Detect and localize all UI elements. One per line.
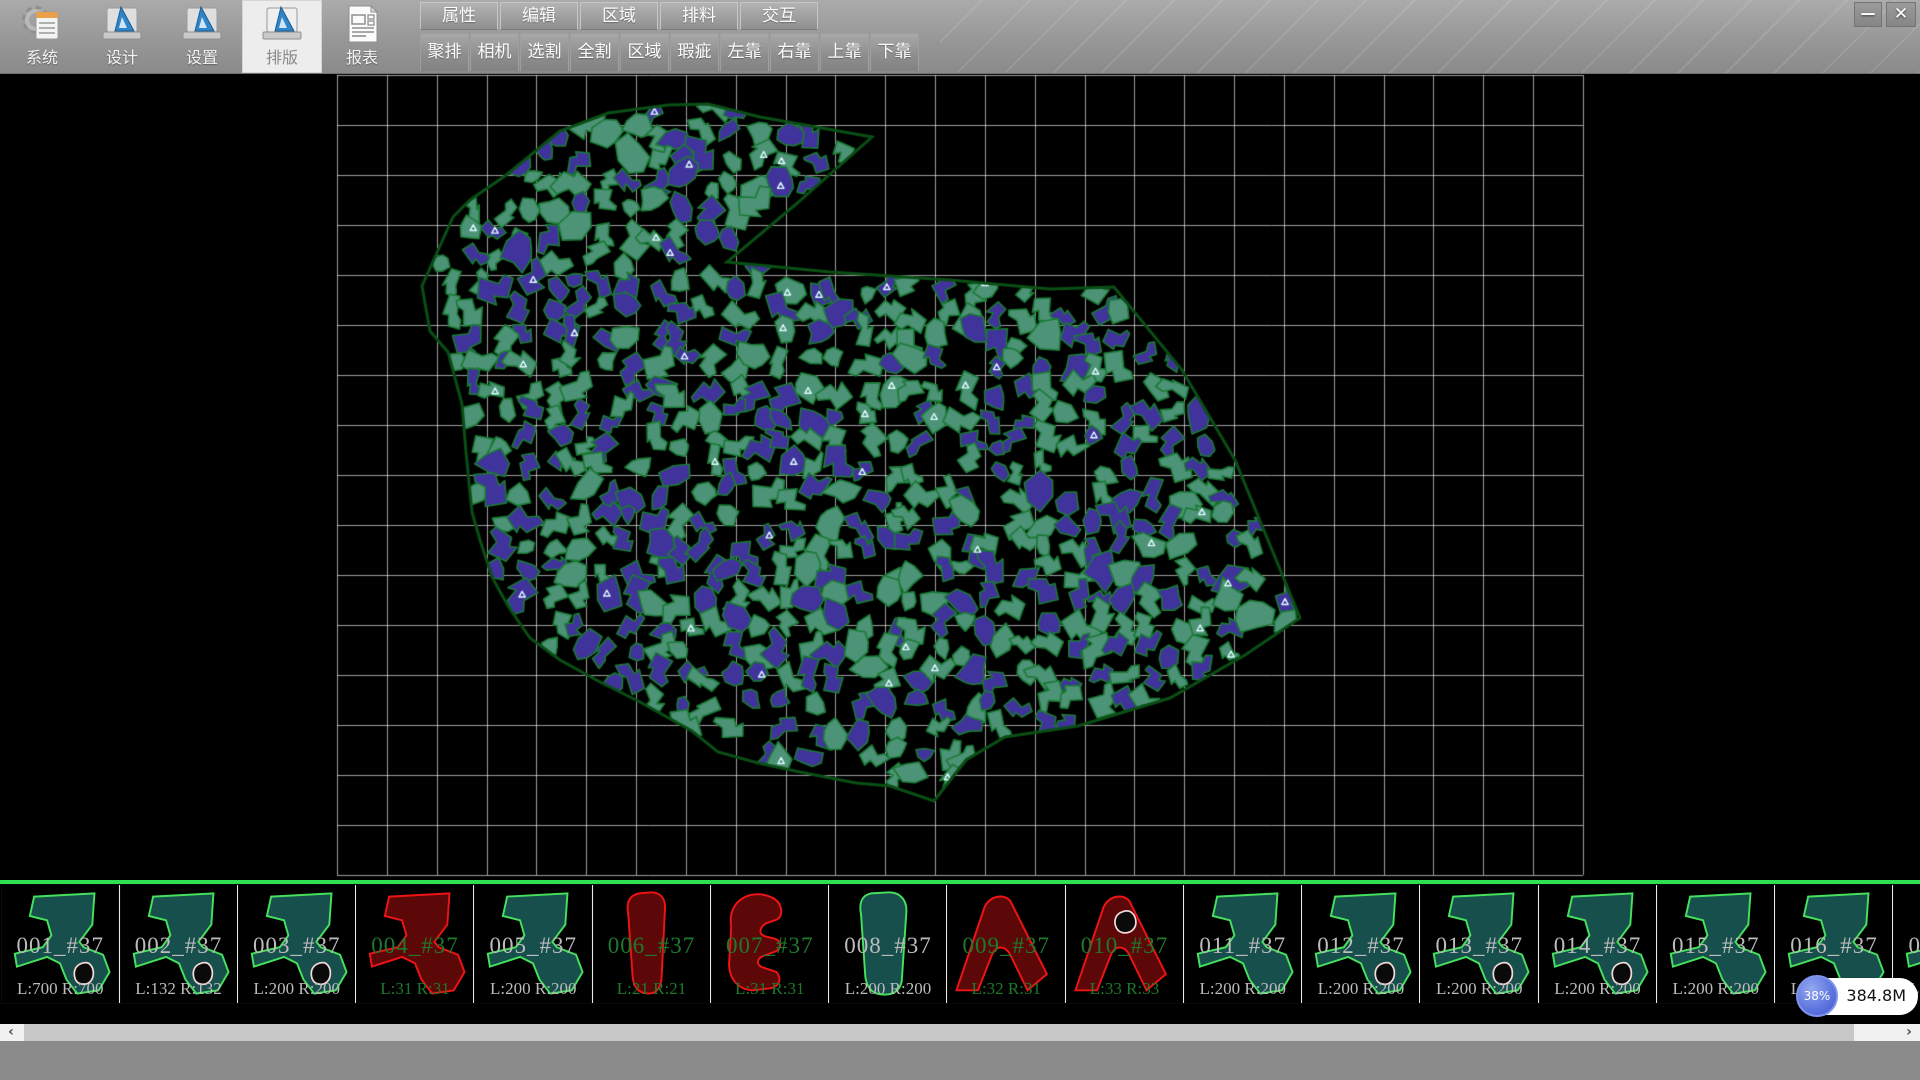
scrollbar-thumb[interactable]	[24, 1024, 1854, 1041]
thumbnail-cell[interactable]: 013_#37 L:200 R:200	[1421, 885, 1537, 1003]
scroll-right-arrow[interactable]: ›	[1898, 1024, 1920, 1041]
memory-value: 384.8M	[1846, 986, 1906, 1005]
nav-layout[interactable]: 排版	[242, 0, 322, 73]
toolbar-decoration	[940, 0, 1920, 73]
nav-system-label: 系统	[2, 44, 82, 68]
piece-label: 004_#37	[357, 933, 473, 959]
nav-report[interactable]: 报表	[322, 0, 402, 73]
menu-row: 属性 编辑 区域 排料 交互	[420, 2, 820, 30]
piece-label: 003_#37	[239, 933, 355, 959]
system-gear-icon	[19, 3, 65, 45]
close-button[interactable]: ✕	[1886, 2, 1916, 27]
nav-layout-label: 排版	[242, 44, 322, 68]
piece-thumbnail-strip: 001_#37 L:700 R:700002_#37 L:132 R:132003_…	[0, 878, 1920, 1024]
thumbnail-cell[interactable]: 007_#37 L:31 R:31	[712, 885, 828, 1003]
thumbnail-cell[interactable]: 004_#37 L:31 R:31	[357, 885, 473, 1003]
piece-lr-count: L:21 R:21	[594, 979, 710, 999]
piece-lr-count: L:31 R:31	[712, 979, 828, 999]
thumbnail-cell[interactable]: 009_#37 L:32 R:31	[948, 885, 1064, 1003]
piece-lr-count: L:200 R:200	[1303, 979, 1419, 999]
thumbnail-cell[interactable]: 003_#37 L:200 R:200	[239, 885, 355, 1003]
status-bar	[0, 1041, 1920, 1080]
layout-ruler-icon	[259, 3, 305, 45]
nav-report-label: 报表	[322, 44, 402, 68]
application-window: 系统 设计 设置	[0, 0, 1920, 1080]
piece-lr-count: L:132 R:132	[121, 979, 237, 999]
tool-align-top[interactable]: 上靠	[820, 33, 869, 71]
thumbnail-cell[interactable]: 002_#37 L:132 R:132	[121, 885, 237, 1003]
nesting-canvas[interactable]	[0, 74, 1920, 878]
settings-ruler-icon	[179, 3, 225, 45]
piece-label: 011_#37	[1185, 933, 1301, 959]
minimize-button[interactable]: —	[1854, 2, 1882, 27]
thumbnail-cell[interactable]: 001_#37 L:700 R:700	[2, 885, 118, 1003]
piece-label: 007_#37	[712, 933, 828, 959]
menu-region[interactable]: 区域	[580, 2, 658, 30]
nav-system[interactable]: 系统	[2, 0, 82, 73]
piece-label: 014_#37	[1540, 933, 1656, 959]
strip-accent-line	[0, 880, 1920, 884]
thumbnail-cell[interactable]: 006_#37 L:21 R:21	[594, 885, 710, 1003]
piece-label: 015_#37	[1658, 933, 1774, 959]
thumbnail-cell[interactable]: 010_#37 L:33 R:33	[1067, 885, 1183, 1003]
tool-align-right[interactable]: 右靠	[770, 33, 819, 71]
thumbnail-cells: 001_#37 L:700 R:700002_#37 L:132 R:132003_…	[0, 885, 1920, 1003]
tool-cluster-nest[interactable]: 聚排	[420, 33, 469, 71]
tool-align-left[interactable]: 左靠	[720, 33, 769, 71]
piece-label: 016_#37	[1776, 933, 1892, 959]
piece-label: 012_#37	[1303, 933, 1419, 959]
tool-defect[interactable]: 瑕疵	[670, 33, 719, 71]
report-document-icon	[339, 3, 385, 45]
piece-label: 013_#37	[1421, 933, 1537, 959]
thumbnail-cell[interactable]: 008_#37 L:200 R:200	[830, 885, 946, 1003]
tool-camera[interactable]: 相机	[470, 33, 519, 71]
nav-settings[interactable]: 设置	[162, 0, 242, 73]
thumbnail-cell[interactable]: 015_#37 L:200 R:200	[1658, 885, 1774, 1003]
tool-row: 聚排 相机 选割 全割 区域 瑕疵 左靠 右靠 上靠 下靠	[420, 33, 920, 72]
piece-lr-count: L:200 R:200	[1421, 979, 1537, 999]
piece-lr-count: L:31 R:31	[357, 979, 473, 999]
tool-region[interactable]: 区域	[620, 33, 669, 71]
piece-label: 006_#37	[594, 933, 710, 959]
piece-hole	[1114, 911, 1135, 933]
tool-select-cut[interactable]: 选割	[520, 33, 569, 71]
piece-label: 005_#37	[475, 933, 591, 959]
menu-nesting[interactable]: 排料	[660, 2, 738, 30]
nav-design[interactable]: 设计	[82, 0, 162, 73]
thumbnail-cell[interactable]: 012_#37 L:200 R:200	[1303, 885, 1419, 1003]
nav-settings-label: 设置	[162, 44, 242, 68]
tool-cut-all[interactable]: 全割	[570, 33, 619, 71]
piece-lr-count: L:200 R:200	[1540, 979, 1656, 999]
piece-lr-count: L:32 R:31	[948, 979, 1064, 999]
piece-lr-count: L:200 R:200	[475, 979, 591, 999]
piece-lr-count: L:200 R:200	[1658, 979, 1774, 999]
piece-lr-count: L:200 R:200	[239, 979, 355, 999]
piece-lr-count: L:700 R:700	[2, 979, 118, 999]
design-ruler-icon	[99, 3, 145, 45]
memory-percent-badge: 38%	[1796, 975, 1838, 1017]
memory-percent: 38%	[1798, 989, 1836, 1003]
piece-label: 002_#37	[121, 933, 237, 959]
piece-lr-count: L:33 R:33	[1067, 979, 1183, 999]
thumbnail-cell[interactable]: 011_#37 L:200 R:200	[1185, 885, 1301, 1003]
tool-align-bottom[interactable]: 下靠	[870, 33, 919, 71]
piece-label: 008_#37	[830, 933, 946, 959]
thumbnail-cell[interactable]: 014_#37 L:200 R:200	[1540, 885, 1656, 1003]
piece-lr-count: L:200 R:200	[1185, 979, 1301, 999]
thumbnail-cell[interactable]: 005_#37 L:200 R:200	[475, 885, 591, 1003]
piece-lr-count: L:200 R:200	[830, 979, 946, 999]
menu-interact[interactable]: 交互	[740, 2, 818, 30]
nesting-viewport[interactable]	[0, 74, 1920, 878]
piece-label: 017_#37	[1894, 933, 1920, 959]
piece-label: 010_#37	[1067, 933, 1183, 959]
main-toolbar: 系统 设计 设置	[0, 0, 1920, 74]
piece-label: 009_#37	[948, 933, 1064, 959]
menu-edit[interactable]: 编辑	[500, 2, 578, 30]
piece-label: 001_#37	[2, 933, 118, 959]
nav-design-label: 设计	[82, 44, 162, 68]
menu-properties[interactable]: 属性	[420, 2, 498, 30]
horizontal-scrollbar[interactable]: ‹ ›	[0, 1024, 1920, 1041]
scroll-left-arrow[interactable]: ‹	[0, 1024, 22, 1041]
